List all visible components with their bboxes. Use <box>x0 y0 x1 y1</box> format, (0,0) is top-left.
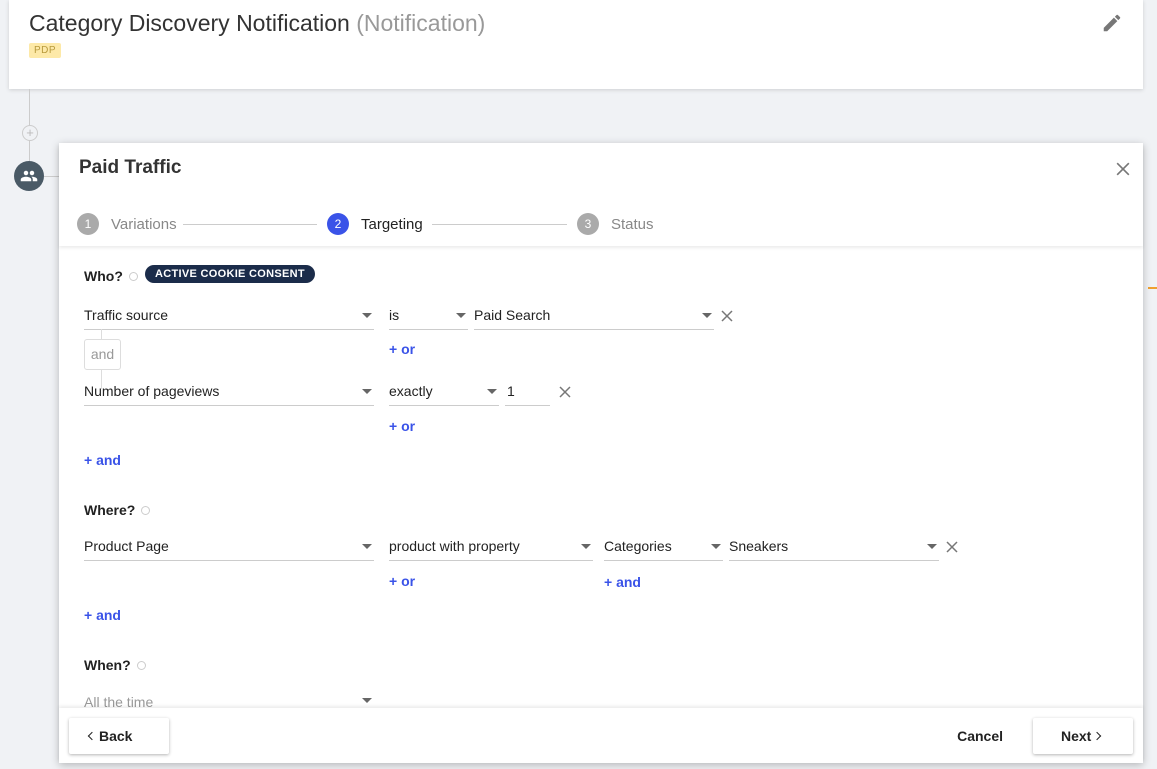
select-value: Traffic source <box>84 307 169 323</box>
step-label: Targeting <box>361 215 423 233</box>
property-select[interactable]: Categories <box>604 534 723 561</box>
select-value: Categories <box>604 538 672 554</box>
step-number: 3 <box>577 213 599 235</box>
page-operator-select[interactable]: product with property <box>389 534 593 561</box>
caret-down-icon <box>456 313 466 318</box>
who-section-title: Who? <box>84 268 138 284</box>
next-button[interactable]: Next <box>1033 718 1133 754</box>
people-icon[interactable] <box>14 161 44 191</box>
select-value: All the time <box>84 694 154 708</box>
remove-condition-icon[interactable] <box>945 540 959 554</box>
traffic-source-select[interactable]: Traffic source <box>84 303 374 330</box>
step-connector <box>183 224 317 225</box>
add-or-button[interactable]: + or <box>389 418 415 434</box>
pdp-badge: PDP <box>29 43 62 58</box>
where-heading: Where? <box>84 502 136 518</box>
property-value-select[interactable]: Sneakers <box>729 534 939 561</box>
pageviews-select[interactable]: Number of pageviews <box>84 379 374 406</box>
caret-down-icon <box>362 389 372 394</box>
edge-marker <box>1148 287 1157 289</box>
next-label: Next <box>1061 728 1092 744</box>
pageviews-input[interactable]: 1 <box>505 379 550 406</box>
operator-select[interactable]: is <box>389 303 468 330</box>
back-label: Back <box>99 728 133 744</box>
select-value: exactly <box>389 383 433 399</box>
campaign-type: (Notification) <box>356 10 486 36</box>
chevron-right-icon <box>1092 731 1102 741</box>
when-section-title: When? <box>84 657 146 673</box>
add-and-property-button[interactable]: + and <box>604 574 641 590</box>
chevron-left-icon <box>87 731 97 741</box>
remove-condition-icon[interactable] <box>720 309 734 323</box>
add-or-button[interactable]: + or <box>389 341 415 357</box>
cookie-consent-badge: ACTIVE COOKIE CONSENT <box>145 265 315 283</box>
caret-down-icon <box>362 544 372 549</box>
remove-condition-icon[interactable] <box>558 385 572 399</box>
step-connector <box>432 224 567 225</box>
caret-down-icon <box>711 544 721 549</box>
caret-down-icon <box>927 544 937 549</box>
modal-title: Paid Traffic <box>79 157 182 178</box>
modal-body: Who? ACTIVE COOKIE CONSENT Traffic sourc… <box>59 246 1143 708</box>
help-icon[interactable] <box>136 660 146 670</box>
targeting-modal: Paid Traffic 1 Variations 2 Targeting 3 … <box>59 143 1143 763</box>
cancel-button[interactable]: Cancel <box>957 728 1003 744</box>
modal-header: Paid Traffic 1 Variations 2 Targeting 3 … <box>59 143 1143 246</box>
timeline-connector <box>44 176 59 177</box>
add-and-button[interactable]: + and <box>84 452 121 468</box>
caret-down-icon <box>702 313 712 318</box>
when-select[interactable]: All the time <box>84 694 374 708</box>
step-targeting[interactable]: 2 Targeting <box>327 213 423 235</box>
step-label: Status <box>611 215 654 233</box>
step-number: 1 <box>77 213 99 235</box>
caret-down-icon <box>581 544 591 549</box>
caret-down-icon <box>362 698 372 703</box>
select-value: Number of pageviews <box>84 383 220 399</box>
who-heading: Who? <box>84 268 123 284</box>
select-value: product with property <box>389 538 520 554</box>
select-value: Paid Search <box>474 307 551 323</box>
step-label: Variations <box>111 215 177 233</box>
close-icon[interactable] <box>1113 159 1133 179</box>
step-number: 2 <box>327 213 349 235</box>
campaign-header-card: Category Discovery Notification (Notific… <box>9 0 1143 89</box>
modal-footer: Back Cancel Next <box>59 708 1143 763</box>
caret-down-icon <box>487 389 497 394</box>
step-variations[interactable]: 1 Variations <box>77 213 177 235</box>
pageviews-operator-select[interactable]: exactly <box>389 379 499 406</box>
where-section-title: Where? <box>84 502 151 518</box>
campaign-title: Category Discovery Notification (Notific… <box>29 10 485 37</box>
add-or-button[interactable]: + or <box>389 573 415 589</box>
and-connector: and <box>84 339 121 370</box>
traffic-value-select[interactable]: Paid Search <box>474 303 714 330</box>
stepper: 1 Variations 2 Targeting 3 Status <box>77 213 677 235</box>
back-button[interactable]: Back <box>69 718 169 754</box>
select-value: is <box>389 307 400 323</box>
pencil-icon[interactable] <box>1101 12 1123 34</box>
step-status[interactable]: 3 Status <box>577 213 654 235</box>
help-icon[interactable] <box>141 505 151 515</box>
when-heading: When? <box>84 657 131 673</box>
campaign-name: Category Discovery Notification <box>29 10 350 36</box>
caret-down-icon <box>362 313 372 318</box>
page-type-select[interactable]: Product Page <box>84 534 374 561</box>
select-value: Product Page <box>84 538 169 554</box>
add-and-button[interactable]: + and <box>84 607 121 623</box>
select-value: Sneakers <box>729 538 789 554</box>
plus-circle-icon[interactable]: + <box>22 125 38 141</box>
help-icon[interactable] <box>128 271 138 281</box>
